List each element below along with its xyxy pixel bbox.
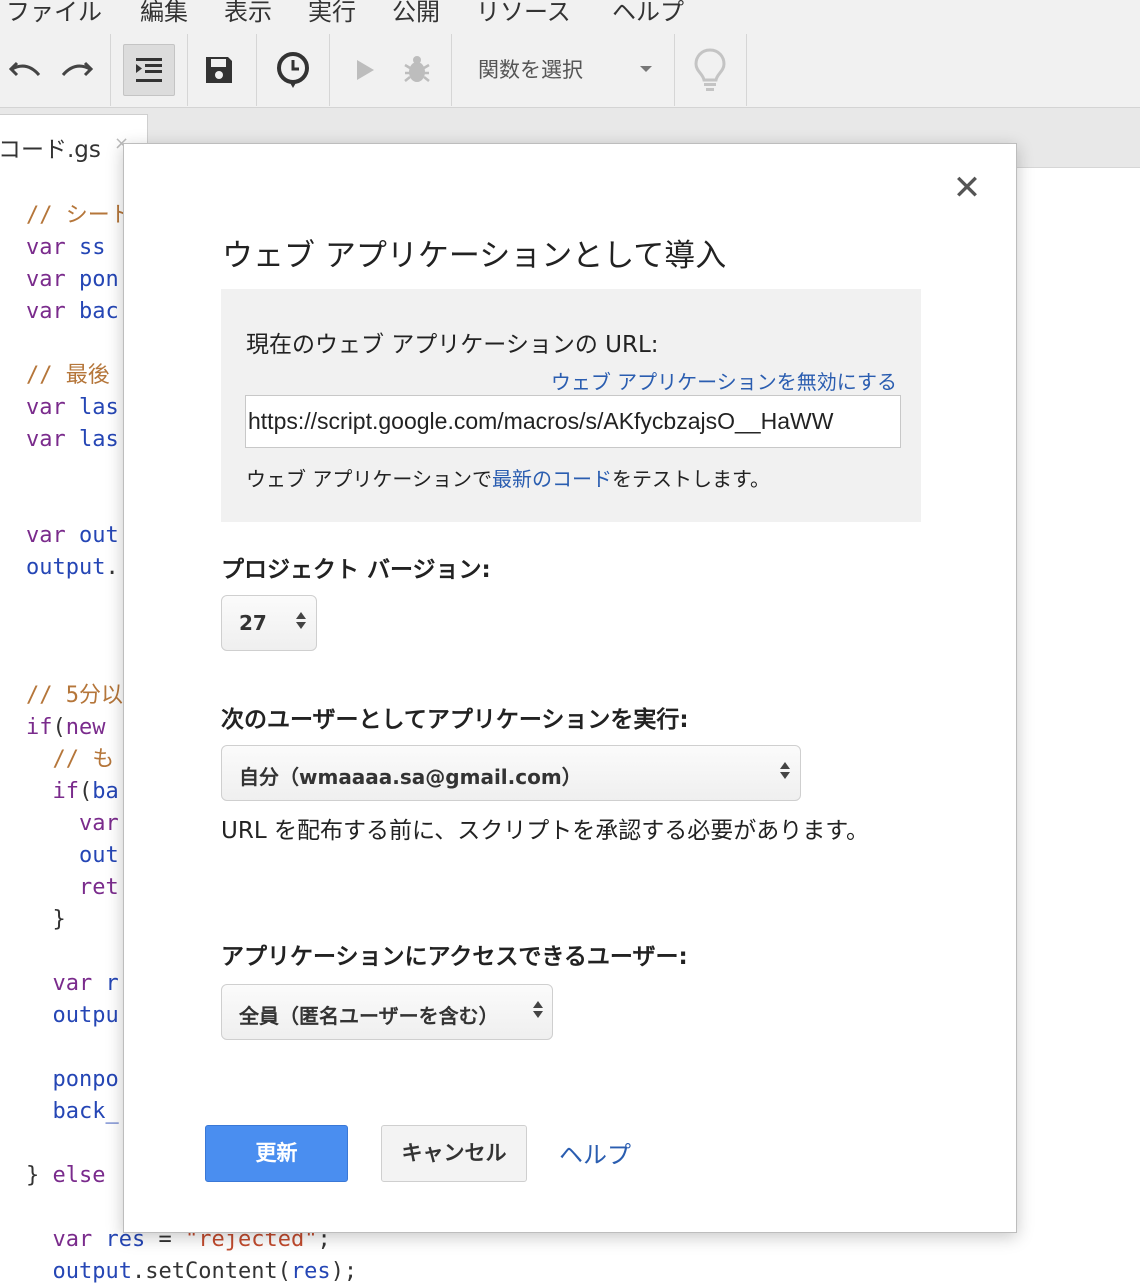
current-url-panel: 現在のウェブ アプリケーションの URL: ウェブ アプリケーションを無効にする… — [221, 289, 921, 522]
code-line: // シート — [26, 203, 132, 228]
current-url-label: 現在のウェブ アプリケーションの URL: — [246, 332, 659, 358]
select-arrows-icon — [296, 612, 306, 629]
code-line: var — [78, 811, 119, 836]
redo-button[interactable] — [58, 54, 96, 86]
code-line: // も — [26, 747, 115, 772]
select-arrows-icon — [533, 1001, 543, 1018]
code-line: back_ — [52, 1099, 119, 1124]
code-line: var las — [26, 395, 119, 420]
code-line: var out — [26, 523, 119, 548]
save-button[interactable] — [200, 52, 238, 88]
menu-resources[interactable]: リソース — [476, 0, 571, 27]
save-icon — [206, 57, 232, 83]
close-icon: ✕ — [952, 168, 982, 208]
function-select-label: 関数を選択 — [478, 58, 583, 82]
code-line: } — [26, 907, 66, 932]
toolbar: 関数を選択 — [0, 34, 1140, 108]
function-select[interactable]: 関数を選択 — [478, 54, 658, 86]
cancel-button[interactable]: キャンセル — [381, 1125, 527, 1182]
deploy-web-app-dialog: ✕ ウェブ アプリケーションとして導入 現在のウェブ アプリケーションの URL… — [123, 143, 1017, 1233]
access-value: 全員（匿名ユーザーを含む） — [239, 1004, 499, 1028]
undo-button[interactable] — [6, 54, 44, 86]
run-icon — [357, 60, 374, 80]
code-line: } else — [26, 1163, 106, 1188]
undo-icon — [9, 61, 41, 77]
lightbulb-icon — [694, 48, 726, 91]
web-app-url-field[interactable] — [245, 395, 901, 448]
menu-publish[interactable]: 公開 — [392, 0, 440, 27]
access-select[interactable]: 全員（匿名ユーザーを含む） — [221, 984, 553, 1040]
menu-view[interactable]: 表示 — [224, 0, 272, 27]
project-version-select[interactable]: 27 — [221, 595, 317, 651]
project-version-value: 27 — [239, 611, 267, 635]
menu-help[interactable]: ヘルプ — [612, 0, 684, 27]
run-button[interactable] — [350, 54, 380, 86]
execute-as-select[interactable]: 自分（wmaaaa.sa@gmail.com） — [221, 745, 801, 801]
code-line: output. — [26, 555, 119, 580]
project-version-label: プロジェクト バージョン: — [221, 557, 491, 583]
execute-as-value: 自分（wmaaaa.sa@gmail.com） — [239, 765, 582, 789]
debug-icon — [404, 56, 430, 82]
code-line: var r — [52, 971, 119, 996]
code-line: if(ba — [52, 779, 119, 804]
code-line: ret — [78, 875, 119, 900]
tips-button[interactable] — [690, 46, 730, 94]
code-line: output.setContent(res); — [52, 1259, 358, 1284]
code-line: if(new — [26, 715, 106, 740]
menu-bar: ファイル 編集 表示 実行 公開 リソース ヘルプ — [0, 0, 1140, 34]
indent-button[interactable] — [123, 44, 175, 96]
triggers-button[interactable] — [272, 50, 314, 92]
latest-code-link[interactable]: 最新のコード — [492, 467, 612, 491]
access-label: アプリケーションにアクセスできるユーザー: — [221, 944, 688, 970]
code-line: ponpo — [52, 1067, 119, 1092]
help-link[interactable]: ヘルプ — [559, 1135, 631, 1170]
code-line: out — [78, 843, 119, 868]
update-button[interactable]: 更新 — [205, 1125, 348, 1182]
code-line: // 最後 — [26, 363, 110, 388]
approve-script-note: URL を配布する前に、スクリプトを承認する必要があります。 — [221, 818, 869, 844]
menu-file[interactable]: ファイル — [6, 0, 102, 27]
indent-icon — [136, 58, 162, 82]
execute-as-label: 次のユーザーとしてアプリケーションを実行: — [221, 707, 689, 733]
code-line: outpu — [52, 1003, 119, 1028]
chevron-down-icon — [640, 66, 652, 72]
code-line: var pon — [26, 267, 119, 292]
triggers-icon — [277, 52, 309, 88]
disable-web-app-link[interactable]: ウェブ アプリケーションを無効にする — [551, 366, 897, 395]
code-line: var bac — [26, 299, 119, 324]
file-tab-label: コード.gs — [0, 137, 101, 163]
dialog-title: ウェブ アプリケーションとして導入 — [222, 238, 727, 274]
redo-icon — [61, 61, 93, 77]
menu-edit[interactable]: 編集 — [140, 0, 188, 27]
select-arrows-icon — [780, 762, 790, 779]
code-line: var las — [26, 427, 119, 452]
test-latest-code-text: ウェブ アプリケーションで最新のコードをテストします。 — [246, 467, 770, 491]
code-line: // 5分以 — [26, 683, 123, 708]
debug-button[interactable] — [398, 50, 436, 88]
code-line: var ss — [26, 235, 106, 260]
close-dialog-button[interactable]: ✕ — [950, 168, 984, 208]
menu-run[interactable]: 実行 — [308, 0, 356, 27]
